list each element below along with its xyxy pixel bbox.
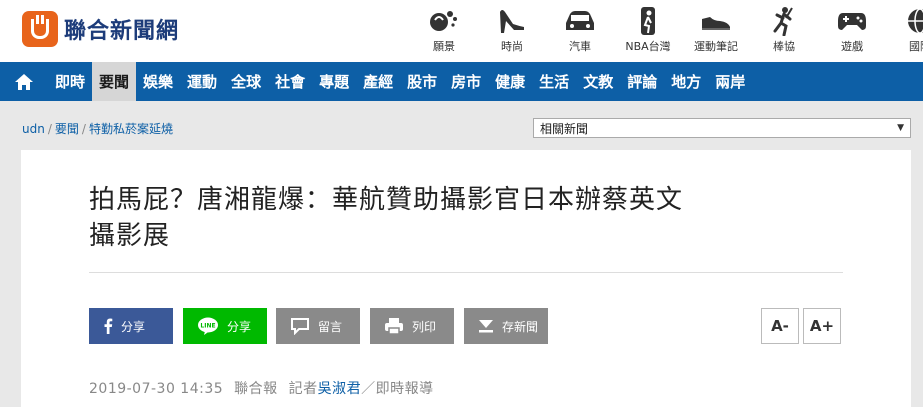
nav-item[interactable]: 健康 bbox=[488, 62, 532, 101]
facebook-share-button[interactable]: 分享 bbox=[89, 308, 173, 344]
nav-item[interactable]: 運動 bbox=[180, 62, 224, 101]
channel-auto[interactable]: 汽車 bbox=[546, 6, 614, 54]
breadcrumb-separator: / bbox=[47, 122, 52, 136]
save-news-button[interactable]: 存新聞 bbox=[464, 308, 548, 344]
gamepad-icon bbox=[818, 6, 886, 36]
report-type: ／即時報導 bbox=[361, 381, 434, 397]
article-card: 拍馬屁？唐湘龍爆：華航贊助攝影官日本辦蔡英文 攝影展 分享 LINE 分享 留言… bbox=[21, 150, 911, 407]
save-news-label: 存新聞 bbox=[502, 319, 539, 334]
facebook-icon bbox=[103, 318, 113, 334]
comment-button[interactable]: 留言 bbox=[276, 308, 360, 344]
nav-item[interactable]: 全球 bbox=[224, 62, 268, 101]
line-share-label: 分享 bbox=[227, 319, 252, 334]
print-button[interactable]: 列印 bbox=[370, 308, 454, 344]
svg-text:LINE: LINE bbox=[200, 323, 215, 330]
sneaker-icon bbox=[682, 6, 750, 36]
vision-icon bbox=[410, 6, 478, 36]
channel-baseball[interactable]: 棒協 bbox=[750, 6, 818, 54]
chevron-down-icon: ▼ bbox=[897, 123, 904, 133]
channel-nba[interactable]: NBA台灣 bbox=[614, 6, 682, 54]
nav-items: 即時 要聞 娛樂 運動 全球 社會 專題 產經 股市 房市 健康 生活 文教 評論 地方 兩岸 bbox=[48, 62, 752, 101]
nav-item[interactable]: 要聞 bbox=[92, 62, 137, 101]
nav-item[interactable]: 房市 bbox=[444, 62, 488, 101]
article-datetime: 2019-07-30 14:35 bbox=[89, 381, 224, 397]
related-news-select-value: 相關新聞 bbox=[540, 121, 589, 136]
logo-text: 聯合新聞網 bbox=[64, 19, 180, 44]
title-divider bbox=[89, 272, 843, 273]
comment-icon bbox=[290, 317, 310, 335]
breadcrumb-news[interactable]: 要聞 bbox=[55, 122, 79, 136]
article-source: 聯合報 bbox=[234, 381, 278, 397]
download-icon bbox=[478, 318, 494, 334]
breadcrumb: udn / 要聞 / 特勤私菸案延燒 bbox=[22, 120, 173, 137]
comment-label: 留言 bbox=[318, 319, 343, 334]
breadcrumb-topic[interactable]: 特勤私菸案延燒 bbox=[89, 122, 173, 136]
nav-item[interactable]: 股市 bbox=[400, 62, 444, 101]
nba-icon bbox=[614, 6, 682, 36]
nav-item[interactable]: 文教 bbox=[576, 62, 620, 101]
print-label: 列印 bbox=[412, 319, 437, 334]
high-heel-icon bbox=[478, 6, 546, 36]
channel-vision[interactable]: 願景 bbox=[410, 6, 478, 54]
home-icon[interactable] bbox=[0, 62, 48, 101]
channel-world[interactable]: 國際 bbox=[886, 6, 923, 54]
breadcrumb-separator: / bbox=[81, 122, 86, 136]
channel-links: 願景 時尚 汽車 NBA台灣 運動筆記 棒協 遊戲 國 bbox=[410, 6, 923, 54]
article-title: 拍馬屁？唐湘龍爆：華航贊助攝影官日本辦蔡英文 攝影展 bbox=[89, 182, 849, 254]
nav-item[interactable]: 娛樂 bbox=[136, 62, 180, 101]
plug-logo-icon bbox=[22, 11, 58, 47]
breadcrumb-udn[interactable]: udn bbox=[22, 122, 45, 136]
main-nav: 即時 要聞 娛樂 運動 全球 社會 專題 產經 股市 房市 健康 生活 文教 評論 地方 兩岸 bbox=[0, 62, 923, 101]
line-share-button[interactable]: LINE 分享 bbox=[183, 308, 267, 344]
nav-item[interactable]: 即時 bbox=[48, 62, 92, 101]
channel-running[interactable]: 運動筆記 bbox=[682, 6, 750, 54]
nav-item[interactable]: 專題 bbox=[312, 62, 356, 101]
reporter-prefix: 記者 bbox=[288, 381, 318, 397]
channel-games[interactable]: 遊戲 bbox=[818, 6, 886, 54]
printer-icon bbox=[384, 317, 404, 335]
related-news-select[interactable]: 相關新聞 ▼ bbox=[533, 118, 911, 138]
line-icon: LINE bbox=[197, 317, 219, 335]
font-increase-button[interactable]: A+ bbox=[803, 308, 841, 344]
facebook-share-label: 分享 bbox=[121, 319, 146, 334]
car-icon bbox=[546, 6, 614, 36]
article-meta: 2019-07-30 14:35 聯合報 記者吳淑君／即時報導 bbox=[89, 378, 434, 398]
nav-item[interactable]: 兩岸 bbox=[708, 62, 752, 101]
channel-fashion[interactable]: 時尚 bbox=[478, 6, 546, 54]
nav-item[interactable]: 地方 bbox=[664, 62, 708, 101]
baseball-player-icon bbox=[750, 6, 818, 36]
nav-item[interactable]: 評論 bbox=[620, 62, 664, 101]
nav-item[interactable]: 生活 bbox=[532, 62, 576, 101]
nav-item[interactable]: 社會 bbox=[268, 62, 312, 101]
site-logo[interactable]: 聯合新聞網 bbox=[22, 11, 179, 47]
reporter-link[interactable]: 吳淑君 bbox=[318, 381, 362, 397]
globe-icon bbox=[886, 6, 923, 36]
font-decrease-button[interactable]: A- bbox=[761, 308, 799, 344]
nav-item[interactable]: 產經 bbox=[356, 62, 400, 101]
site-header: 聯合新聞網 願景 時尚 汽車 NBA台灣 運動筆記 棒協 遊戲 國 bbox=[0, 0, 923, 62]
article-title-line1: 拍馬屁？唐湘龍爆：華航贊助攝影官日本辦蔡英文 bbox=[89, 185, 684, 215]
article-title-line2: 攝影展 bbox=[89, 221, 171, 251]
